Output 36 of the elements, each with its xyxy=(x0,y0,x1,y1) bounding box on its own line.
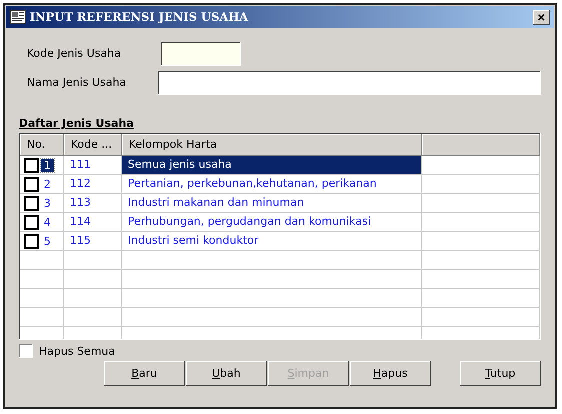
app-icon xyxy=(10,10,26,24)
action-button[interactable]: Baru xyxy=(104,361,185,386)
input-field[interactable] xyxy=(161,42,241,66)
table-cell: Pertanian, perkebunan,kehutanan, perikanan xyxy=(122,175,422,193)
row-checkbox[interactable] xyxy=(24,176,39,192)
window-title: INPUT REFERENSI JENIS USAHA xyxy=(30,10,250,24)
action-button[interactable]: Hapus xyxy=(350,361,431,386)
column-header[interactable]: No. xyxy=(20,134,64,156)
table-cell: 115 xyxy=(64,232,122,250)
checkbox-label: Hapus Semua xyxy=(39,344,116,358)
column-header[interactable]: Kode ... xyxy=(64,134,122,156)
table-cell: 114 xyxy=(64,213,122,231)
row-checkbox[interactable] xyxy=(24,214,39,230)
row-checkbox[interactable] xyxy=(24,196,39,210)
close-button[interactable]: × xyxy=(533,10,550,24)
table-cell-text: 3 xyxy=(43,196,52,210)
table-cell-text: 4 xyxy=(43,216,52,228)
table-cell: Industri makanan dan minuman xyxy=(122,194,422,212)
table-cell: 113 xyxy=(64,194,122,212)
field-label: Kode Jenis Usaha xyxy=(26,47,122,60)
table-cell: Perhubungan, pergudangan dan komunikasi xyxy=(122,213,422,231)
action-button[interactable]: Ubah xyxy=(186,361,267,386)
input-field[interactable] xyxy=(158,70,541,94)
row-checkbox[interactable] xyxy=(24,234,39,248)
row-checkbox[interactable] xyxy=(24,158,39,172)
field-label: Nama Jenis Usaha xyxy=(26,76,128,89)
hapus-semua-checkbox[interactable] xyxy=(19,344,33,358)
action-button[interactable]: Tutup xyxy=(460,361,541,386)
table-cell: 112 xyxy=(64,175,122,193)
table-cell-text: 5 xyxy=(43,234,52,248)
table-cell-text: 2 xyxy=(43,178,52,190)
table-cell: Semua jenis usaha xyxy=(122,156,422,174)
column-header[interactable]: Kelompok Harta xyxy=(122,134,422,156)
list-title: Daftar Jenis Usaha xyxy=(19,117,134,130)
table-cell: Industri semi konduktor xyxy=(122,232,422,250)
table-cell: 1 xyxy=(41,158,54,172)
